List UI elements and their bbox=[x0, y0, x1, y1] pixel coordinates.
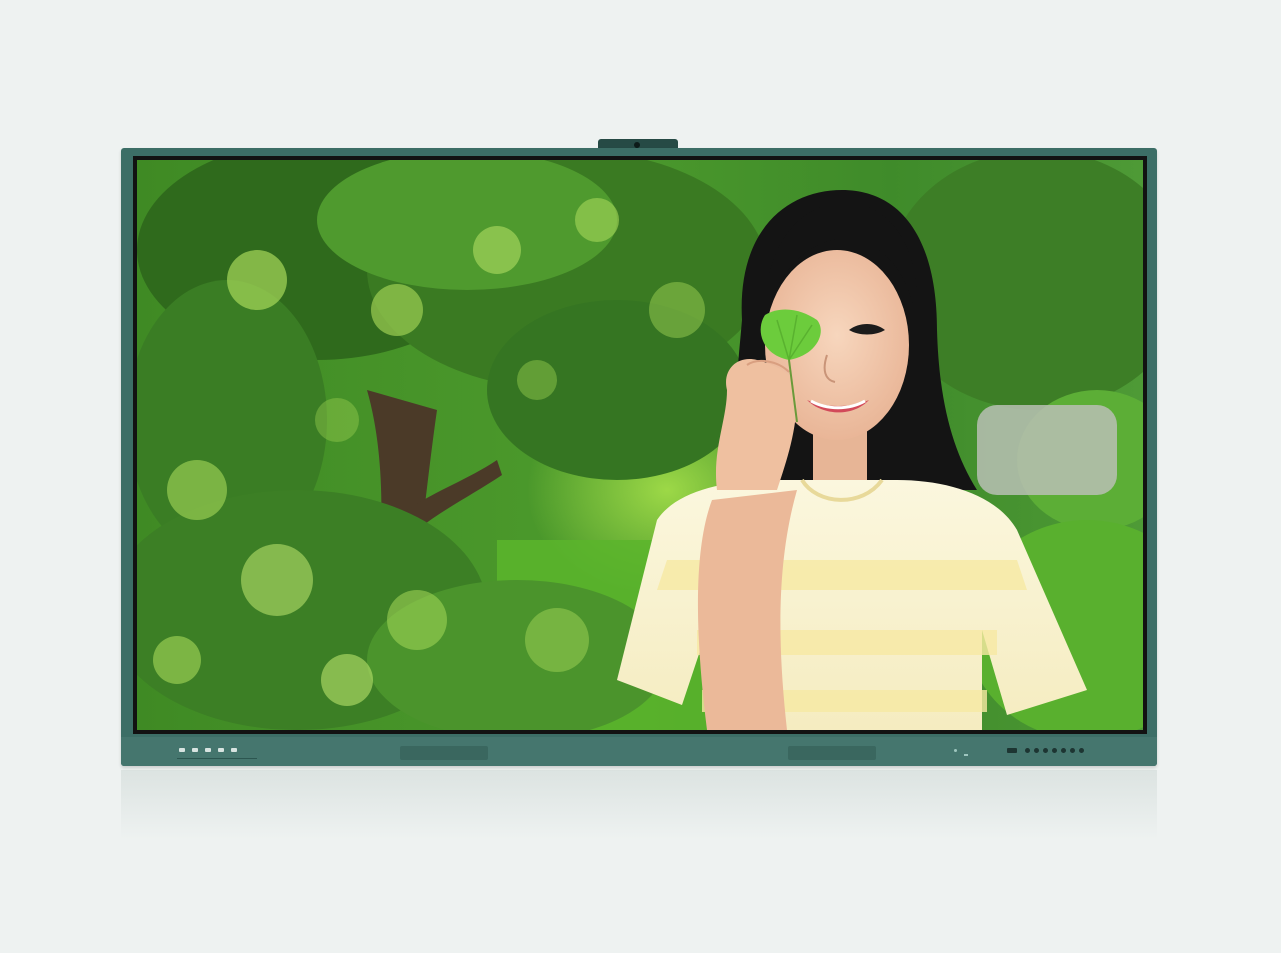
home-button[interactable] bbox=[192, 748, 198, 752]
volume-down-button[interactable] bbox=[205, 748, 211, 752]
front-button-group bbox=[179, 748, 237, 752]
left-speaker-grille bbox=[400, 746, 488, 760]
volume-up-button[interactable] bbox=[218, 748, 224, 752]
product-stage bbox=[0, 0, 1281, 953]
display-screen bbox=[133, 156, 1147, 734]
floor-reflection bbox=[121, 770, 1157, 840]
power-button[interactable] bbox=[179, 748, 185, 752]
menu-button[interactable] bbox=[231, 748, 237, 752]
right-speaker-grille bbox=[788, 746, 876, 760]
port-4[interactable] bbox=[1052, 748, 1057, 753]
button-strip bbox=[177, 758, 257, 759]
port-7[interactable] bbox=[1079, 748, 1084, 753]
usb-port[interactable] bbox=[1007, 748, 1017, 753]
status-led-icon bbox=[954, 749, 957, 752]
port-5[interactable] bbox=[1061, 748, 1066, 753]
port-2[interactable] bbox=[1034, 748, 1039, 753]
port-3[interactable] bbox=[1043, 748, 1048, 753]
front-port-panel bbox=[1007, 748, 1084, 753]
port-6[interactable] bbox=[1070, 748, 1075, 753]
ir-sensor bbox=[964, 754, 968, 756]
screen-photo bbox=[137, 160, 1143, 730]
display-chin bbox=[121, 737, 1157, 766]
port-1[interactable] bbox=[1025, 748, 1030, 753]
